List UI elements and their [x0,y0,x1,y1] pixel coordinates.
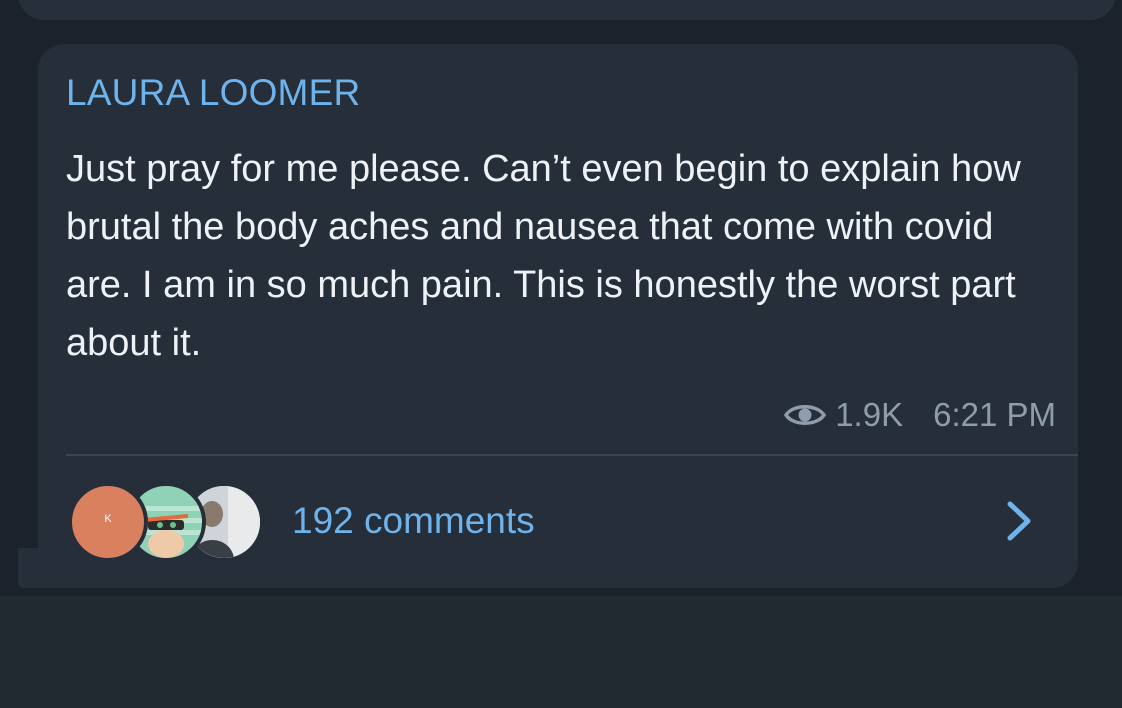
post-time: 6:21 PM [933,396,1056,433]
bottom-bar [0,596,1122,708]
post-meta: 1.9K 6:21 PM [783,396,1056,434]
channel-post-bubble: LAURA LOOMER Just pray for me please. Ca… [38,44,1078,588]
avatar-initial: K [104,513,112,525]
post-text: Just pray for me please. Can’t even begi… [66,148,1021,364]
commenter-avatars: K [68,482,264,562]
post-author[interactable]: LAURA LOOMER [66,72,360,114]
previous-message-bubble [18,0,1116,20]
chevron-right-icon[interactable] [1004,498,1036,544]
chat-area: LAURA LOOMER Just pray for me please. Ca… [0,0,1122,596]
view-count: 1.9K [835,396,904,433]
chat-screen: LAURA LOOMER Just pray for me please. Ca… [0,0,1122,708]
comments-button[interactable]: K 192 comments [38,456,1078,588]
comments-count: 192 comments [292,500,535,541]
eye-icon [784,405,827,425]
avatar: K [68,482,148,562]
